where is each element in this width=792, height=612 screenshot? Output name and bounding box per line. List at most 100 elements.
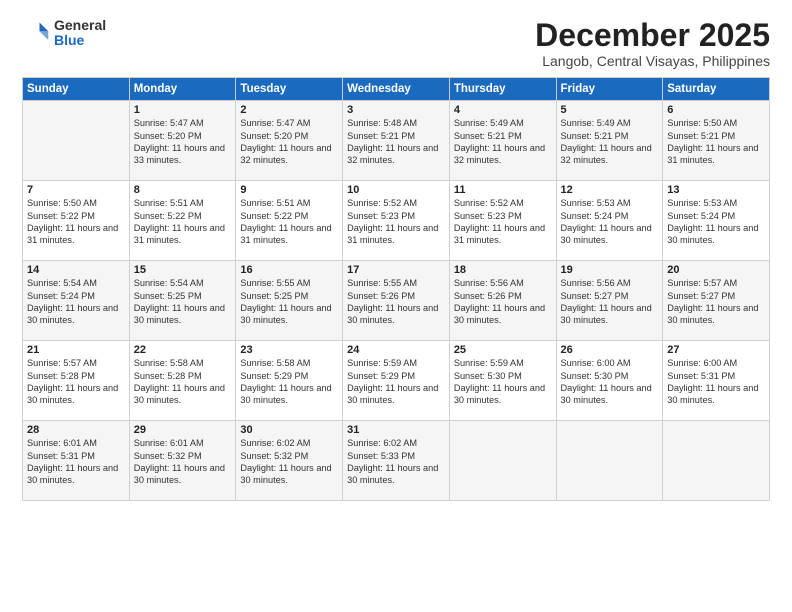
calendar-cell: 10Sunrise: 5:52 AM Sunset: 5:23 PM Dayli…	[343, 181, 450, 261]
week-row-5: 28Sunrise: 6:01 AM Sunset: 5:31 PM Dayli…	[23, 421, 770, 501]
calendar-cell: 9Sunrise: 5:51 AM Sunset: 5:22 PM Daylig…	[236, 181, 343, 261]
calendar-cell: 3Sunrise: 5:48 AM Sunset: 5:21 PM Daylig…	[343, 101, 450, 181]
day-number: 11	[454, 184, 552, 196]
day-number: 7	[27, 184, 125, 196]
title-block: December 2025 Langob, Central Visayas, P…	[535, 18, 770, 69]
day-number: 12	[561, 184, 659, 196]
calendar-cell: 28Sunrise: 6:01 AM Sunset: 5:31 PM Dayli…	[23, 421, 130, 501]
calendar-cell: 15Sunrise: 5:54 AM Sunset: 5:25 PM Dayli…	[129, 261, 236, 341]
day-number: 26	[561, 344, 659, 356]
cell-info: Sunrise: 5:51 AM Sunset: 5:22 PM Dayligh…	[240, 197, 338, 247]
logo-blue: Blue	[54, 33, 106, 48]
calendar-cell	[663, 421, 770, 501]
cell-info: Sunrise: 5:57 AM Sunset: 5:28 PM Dayligh…	[27, 357, 125, 407]
calendar-title: December 2025	[535, 18, 770, 53]
logo: General Blue	[22, 18, 106, 49]
calendar-cell	[449, 421, 556, 501]
day-number: 25	[454, 344, 552, 356]
day-number: 19	[561, 264, 659, 276]
day-number: 27	[667, 344, 765, 356]
calendar-cell: 27Sunrise: 6:00 AM Sunset: 5:31 PM Dayli…	[663, 341, 770, 421]
calendar-cell: 2Sunrise: 5:47 AM Sunset: 5:20 PM Daylig…	[236, 101, 343, 181]
col-header-tuesday: Tuesday	[236, 78, 343, 101]
day-number: 10	[347, 184, 445, 196]
cell-info: Sunrise: 5:54 AM Sunset: 5:25 PM Dayligh…	[134, 277, 232, 327]
calendar-cell: 8Sunrise: 5:51 AM Sunset: 5:22 PM Daylig…	[129, 181, 236, 261]
cell-info: Sunrise: 5:52 AM Sunset: 5:23 PM Dayligh…	[347, 197, 445, 247]
cell-info: Sunrise: 5:47 AM Sunset: 5:20 PM Dayligh…	[134, 117, 232, 167]
cell-info: Sunrise: 5:58 AM Sunset: 5:28 PM Dayligh…	[134, 357, 232, 407]
calendar-cell	[556, 421, 663, 501]
cell-info: Sunrise: 5:49 AM Sunset: 5:21 PM Dayligh…	[454, 117, 552, 167]
calendar-cell: 4Sunrise: 5:49 AM Sunset: 5:21 PM Daylig…	[449, 101, 556, 181]
cell-info: Sunrise: 6:01 AM Sunset: 5:32 PM Dayligh…	[134, 437, 232, 487]
day-number: 8	[134, 184, 232, 196]
day-number: 16	[240, 264, 338, 276]
calendar-table: SundayMondayTuesdayWednesdayThursdayFrid…	[22, 77, 770, 501]
calendar-cell: 21Sunrise: 5:57 AM Sunset: 5:28 PM Dayli…	[23, 341, 130, 421]
calendar-cell: 5Sunrise: 5:49 AM Sunset: 5:21 PM Daylig…	[556, 101, 663, 181]
cell-info: Sunrise: 5:58 AM Sunset: 5:29 PM Dayligh…	[240, 357, 338, 407]
week-row-1: 1Sunrise: 5:47 AM Sunset: 5:20 PM Daylig…	[23, 101, 770, 181]
calendar-cell: 16Sunrise: 5:55 AM Sunset: 5:25 PM Dayli…	[236, 261, 343, 341]
calendar-cell: 11Sunrise: 5:52 AM Sunset: 5:23 PM Dayli…	[449, 181, 556, 261]
day-number: 17	[347, 264, 445, 276]
day-number: 21	[27, 344, 125, 356]
day-number: 29	[134, 424, 232, 436]
calendar-cell: 19Sunrise: 5:56 AM Sunset: 5:27 PM Dayli…	[556, 261, 663, 341]
cell-info: Sunrise: 5:51 AM Sunset: 5:22 PM Dayligh…	[134, 197, 232, 247]
calendar-cell: 29Sunrise: 6:01 AM Sunset: 5:32 PM Dayli…	[129, 421, 236, 501]
page: General Blue December 2025 Langob, Centr…	[0, 0, 792, 612]
day-number: 31	[347, 424, 445, 436]
cell-info: Sunrise: 5:50 AM Sunset: 5:22 PM Dayligh…	[27, 197, 125, 247]
day-number: 20	[667, 264, 765, 276]
cell-info: Sunrise: 6:00 AM Sunset: 5:31 PM Dayligh…	[667, 357, 765, 407]
logo-general: General	[54, 18, 106, 33]
cell-info: Sunrise: 5:57 AM Sunset: 5:27 PM Dayligh…	[667, 277, 765, 327]
cell-info: Sunrise: 6:02 AM Sunset: 5:32 PM Dayligh…	[240, 437, 338, 487]
cell-info: Sunrise: 5:49 AM Sunset: 5:21 PM Dayligh…	[561, 117, 659, 167]
col-header-saturday: Saturday	[663, 78, 770, 101]
day-number: 6	[667, 104, 765, 116]
cell-info: Sunrise: 5:56 AM Sunset: 5:27 PM Dayligh…	[561, 277, 659, 327]
day-number: 14	[27, 264, 125, 276]
day-number: 1	[134, 104, 232, 116]
cell-info: Sunrise: 5:53 AM Sunset: 5:24 PM Dayligh…	[561, 197, 659, 247]
week-row-4: 21Sunrise: 5:57 AM Sunset: 5:28 PM Dayli…	[23, 341, 770, 421]
cell-info: Sunrise: 5:48 AM Sunset: 5:21 PM Dayligh…	[347, 117, 445, 167]
day-number: 5	[561, 104, 659, 116]
day-number: 2	[240, 104, 338, 116]
day-number: 3	[347, 104, 445, 116]
week-row-3: 14Sunrise: 5:54 AM Sunset: 5:24 PM Dayli…	[23, 261, 770, 341]
header-row: SundayMondayTuesdayWednesdayThursdayFrid…	[23, 78, 770, 101]
col-header-wednesday: Wednesday	[343, 78, 450, 101]
cell-info: Sunrise: 5:55 AM Sunset: 5:25 PM Dayligh…	[240, 277, 338, 327]
calendar-cell: 1Sunrise: 5:47 AM Sunset: 5:20 PM Daylig…	[129, 101, 236, 181]
col-header-thursday: Thursday	[449, 78, 556, 101]
logo-icon	[22, 19, 50, 47]
day-number: 28	[27, 424, 125, 436]
calendar-cell: 12Sunrise: 5:53 AM Sunset: 5:24 PM Dayli…	[556, 181, 663, 261]
day-number: 23	[240, 344, 338, 356]
cell-info: Sunrise: 5:50 AM Sunset: 5:21 PM Dayligh…	[667, 117, 765, 167]
calendar-cell: 30Sunrise: 6:02 AM Sunset: 5:32 PM Dayli…	[236, 421, 343, 501]
cell-info: Sunrise: 5:55 AM Sunset: 5:26 PM Dayligh…	[347, 277, 445, 327]
calendar-cell: 20Sunrise: 5:57 AM Sunset: 5:27 PM Dayli…	[663, 261, 770, 341]
calendar-cell: 26Sunrise: 6:00 AM Sunset: 5:30 PM Dayli…	[556, 341, 663, 421]
cell-info: Sunrise: 6:01 AM Sunset: 5:31 PM Dayligh…	[27, 437, 125, 487]
header: General Blue December 2025 Langob, Centr…	[22, 18, 770, 69]
calendar-cell: 18Sunrise: 5:56 AM Sunset: 5:26 PM Dayli…	[449, 261, 556, 341]
calendar-cell: 7Sunrise: 5:50 AM Sunset: 5:22 PM Daylig…	[23, 181, 130, 261]
calendar-cell: 31Sunrise: 6:02 AM Sunset: 5:33 PM Dayli…	[343, 421, 450, 501]
calendar-cell: 22Sunrise: 5:58 AM Sunset: 5:28 PM Dayli…	[129, 341, 236, 421]
day-number: 24	[347, 344, 445, 356]
day-number: 15	[134, 264, 232, 276]
col-header-friday: Friday	[556, 78, 663, 101]
cell-info: Sunrise: 5:54 AM Sunset: 5:24 PM Dayligh…	[27, 277, 125, 327]
cell-info: Sunrise: 5:47 AM Sunset: 5:20 PM Dayligh…	[240, 117, 338, 167]
calendar-cell: 17Sunrise: 5:55 AM Sunset: 5:26 PM Dayli…	[343, 261, 450, 341]
calendar-cell: 23Sunrise: 5:58 AM Sunset: 5:29 PM Dayli…	[236, 341, 343, 421]
logo-text: General Blue	[54, 18, 106, 49]
cell-info: Sunrise: 5:56 AM Sunset: 5:26 PM Dayligh…	[454, 277, 552, 327]
day-number: 4	[454, 104, 552, 116]
